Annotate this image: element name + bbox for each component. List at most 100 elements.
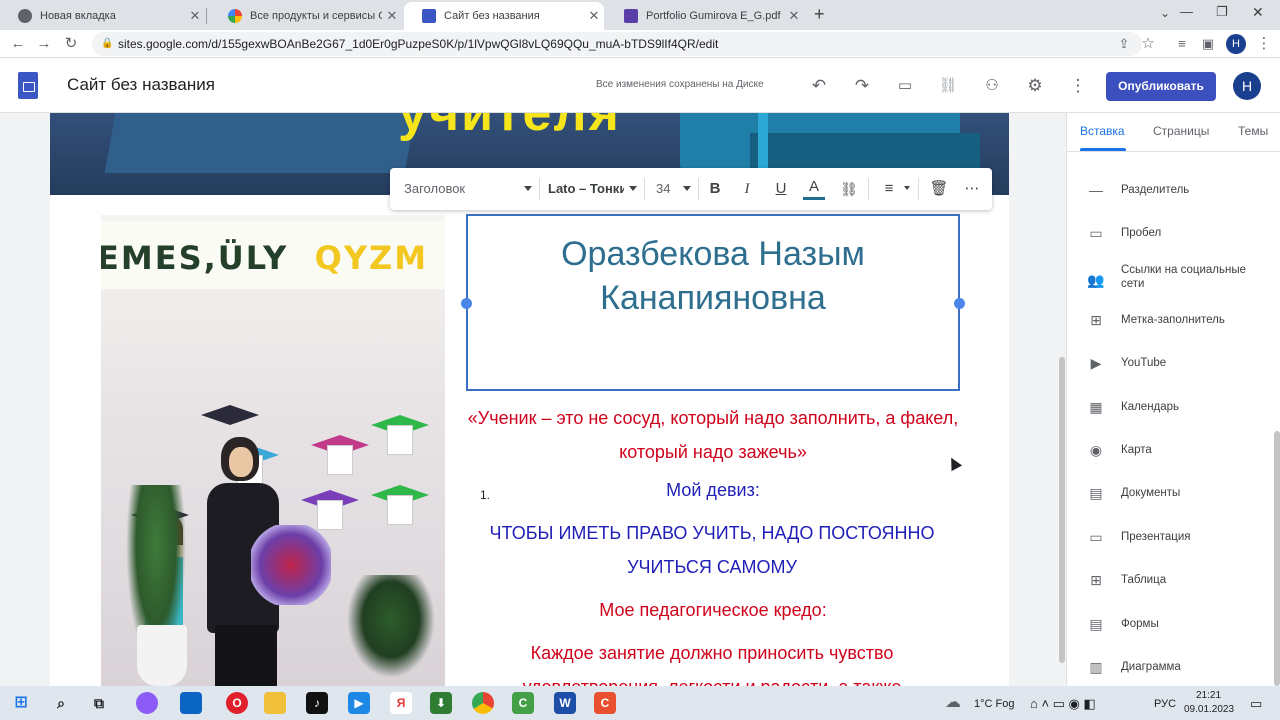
account-avatar[interactable]: H [1233, 72, 1261, 100]
preview-devices-icon[interactable]: ▭ [893, 74, 917, 98]
paragraph-style-dropdown[interactable]: Заголовок [404, 168, 538, 210]
insert-map-item[interactable]: ◉ Карта [1067, 436, 1267, 464]
delete-trash-icon[interactable]: 🗑 [928, 178, 950, 200]
italic-icon[interactable]: I [736, 178, 758, 200]
close-tab-icon[interactable]: ✕ [584, 8, 604, 24]
opera-icon[interactable]: O [226, 692, 248, 714]
credo-text[interactable]: Каждое занятие должно приносить чувство … [486, 636, 938, 686]
toolbar-divider [539, 178, 540, 200]
tab-google-products[interactable]: Все продукты и сервисы Google ✕ [210, 2, 402, 30]
insert-link-icon[interactable]: ⛓ [838, 178, 860, 200]
search-icon[interactable]: ⌕ [50, 692, 72, 714]
quote-text[interactable]: «Ученик – это не сосуд, который надо зап… [466, 401, 960, 469]
windows-start-icon[interactable]: ⊞ [10, 692, 32, 714]
minimize-icon[interactable]: — [1180, 4, 1193, 19]
publish-button[interactable]: Опубликовать [1106, 72, 1216, 101]
tab-themes[interactable]: Темы [1238, 124, 1268, 138]
text-color-icon[interactable]: A [803, 178, 825, 200]
close-tab-icon[interactable]: ✕ [784, 8, 804, 24]
insert-spacer-item[interactable]: ▭ Пробел [1067, 219, 1267, 247]
more-options-icon[interactable]: ⋮ [1066, 74, 1090, 98]
insert-placeholder-item[interactable]: ⊞ Метка-заполнитель [1067, 306, 1267, 334]
browser-menu-icon[interactable]: ⋮ [1254, 34, 1274, 54]
credo-title[interactable]: Мое педагогическое кредо: [466, 593, 960, 627]
insert-forms-item[interactable]: ▤ Формы [1067, 610, 1267, 638]
motto-title[interactable]: Мой девиз: [466, 473, 960, 507]
reload-icon[interactable]: ↻ [61, 34, 81, 54]
font-size-dropdown[interactable]: 34 [656, 168, 694, 210]
flower-bouquet [251, 525, 331, 605]
maximize-icon[interactable]: ❐ [1216, 4, 1228, 20]
google-sites-logo-icon[interactable] [18, 72, 38, 99]
file-explorer-icon[interactable] [264, 692, 286, 714]
weather-text[interactable]: 1°C Fog [974, 698, 1014, 710]
selected-heading-textbox[interactable]: Оразбекова Назым Канапияновна [461, 214, 965, 391]
notification-icon[interactable]: ▭ [1250, 696, 1262, 712]
tab-site-editor[interactable]: Сайт без названия ✕ [404, 2, 604, 30]
recorder-icon[interactable]: C [594, 692, 616, 714]
insert-youtube-item[interactable]: ▶ YouTube [1067, 349, 1267, 377]
pdf-icon [624, 9, 638, 23]
camtasia-icon[interactable]: C [512, 692, 534, 714]
task-view-icon[interactable]: ⧉ [88, 692, 110, 714]
teacher-photo[interactable]: EMES,ÜLY QYZM [101, 215, 445, 686]
new-tab-button[interactable]: + [814, 4, 825, 25]
teacher-name-heading[interactable]: Оразбекова Назым Канапияновна [468, 232, 958, 320]
chevron-down-icon[interactable] [904, 186, 910, 190]
redo-icon[interactable]: ↷ [850, 74, 874, 98]
motto-text[interactable]: ЧТОБЫ ИМЕТЬ ПРАВО УЧИТЬ, НАДО ПОСТОЯННО … [486, 516, 938, 584]
tab-insert[interactable]: Вставка [1080, 124, 1125, 138]
alice-assistant-icon[interactable] [136, 692, 158, 714]
side-panel-scrollbar[interactable] [1274, 431, 1280, 686]
share-icon[interactable]: ⇪ [1114, 34, 1134, 54]
tab-portfolio-pdf[interactable]: Portfolio Gumirova E_G.pdf ✕ [606, 2, 804, 30]
insert-divider-item[interactable]: — Разделитель [1067, 176, 1267, 204]
profile-avatar[interactable]: H [1226, 34, 1246, 54]
tiktok-icon[interactable]: ♪ [306, 692, 328, 714]
graduation-cap-decoration [301, 490, 359, 530]
insert-calendar-item[interactable]: ▦ Календарь [1067, 393, 1267, 421]
tray-icons[interactable]: ⌂ ˄ ▭ ◉ ◧ [1030, 696, 1096, 712]
side-panel-icon[interactable]: ▣ [1198, 34, 1218, 54]
canvas-scrollbar[interactable] [1059, 357, 1065, 663]
insert-social-links-item[interactable]: 👥 Ссылки на социальные сети [1067, 263, 1267, 297]
site-title[interactable]: Сайт без названия [67, 75, 215, 95]
bookmark-star-icon[interactable]: ☆ [1138, 34, 1158, 54]
undo-icon[interactable]: ↶ [807, 74, 831, 98]
insert-sheets-item[interactable]: ⊞ Таблица [1067, 566, 1267, 594]
align-center-icon[interactable]: ≡ [878, 178, 900, 200]
insert-slides-item[interactable]: ▭ Презентация [1067, 523, 1267, 551]
banner-title-text: учителя [398, 113, 621, 142]
reading-list-icon[interactable]: ≡ [1172, 34, 1192, 54]
underline-icon[interactable]: U [770, 178, 792, 200]
clock-time[interactable]: 21:21 [1196, 690, 1221, 701]
insert-docs-item[interactable]: ▤ Документы [1067, 479, 1267, 507]
link-icon[interactable]: ⛓ [936, 74, 960, 98]
close-tab-icon[interactable]: ✕ [382, 8, 402, 24]
url-field[interactable]: 🔒 sites.google.com/d/155gexwBOAnBe2G67_1… [92, 32, 1142, 56]
media-player-icon[interactable]: ▶ [348, 692, 370, 714]
font-family-value: Lato – Тонкий [548, 181, 624, 196]
close-tab-icon[interactable]: ✕ [185, 8, 205, 24]
item-label: Документы [1121, 487, 1181, 499]
close-window-icon[interactable]: ✕ [1252, 4, 1264, 21]
chrome-taskbar-icon[interactable] [472, 692, 494, 714]
store-icon[interactable] [180, 692, 202, 714]
tab-new-tab[interactable]: Новая вкладка ✕ [0, 2, 205, 30]
bold-icon[interactable]: B [704, 178, 726, 200]
tab-pages[interactable]: Страницы [1153, 124, 1209, 138]
clock-date[interactable]: 09.01.2023 [1184, 704, 1234, 715]
yandex-browser-icon[interactable]: Я [390, 692, 412, 714]
insert-chart-item[interactable]: ▥ Диаграмма [1067, 653, 1267, 681]
tab-search-icon[interactable]: ⌄ [1160, 6, 1170, 20]
font-family-dropdown[interactable]: Lato – Тонкий [548, 168, 640, 210]
keyboard-language[interactable]: РУС [1154, 698, 1176, 710]
toolbar-divider [918, 178, 919, 200]
back-arrow-icon[interactable]: ← [8, 34, 28, 54]
torrent-icon[interactable]: ⬇ [430, 692, 452, 714]
more-formatting-icon[interactable]: ⋯ [961, 178, 983, 200]
forward-arrow-icon[interactable]: → [34, 34, 54, 54]
share-with-others-icon[interactable]: ⚇ [980, 74, 1004, 98]
word-icon[interactable]: W [554, 692, 576, 714]
settings-gear-icon[interactable]: ⚙ [1023, 74, 1047, 98]
